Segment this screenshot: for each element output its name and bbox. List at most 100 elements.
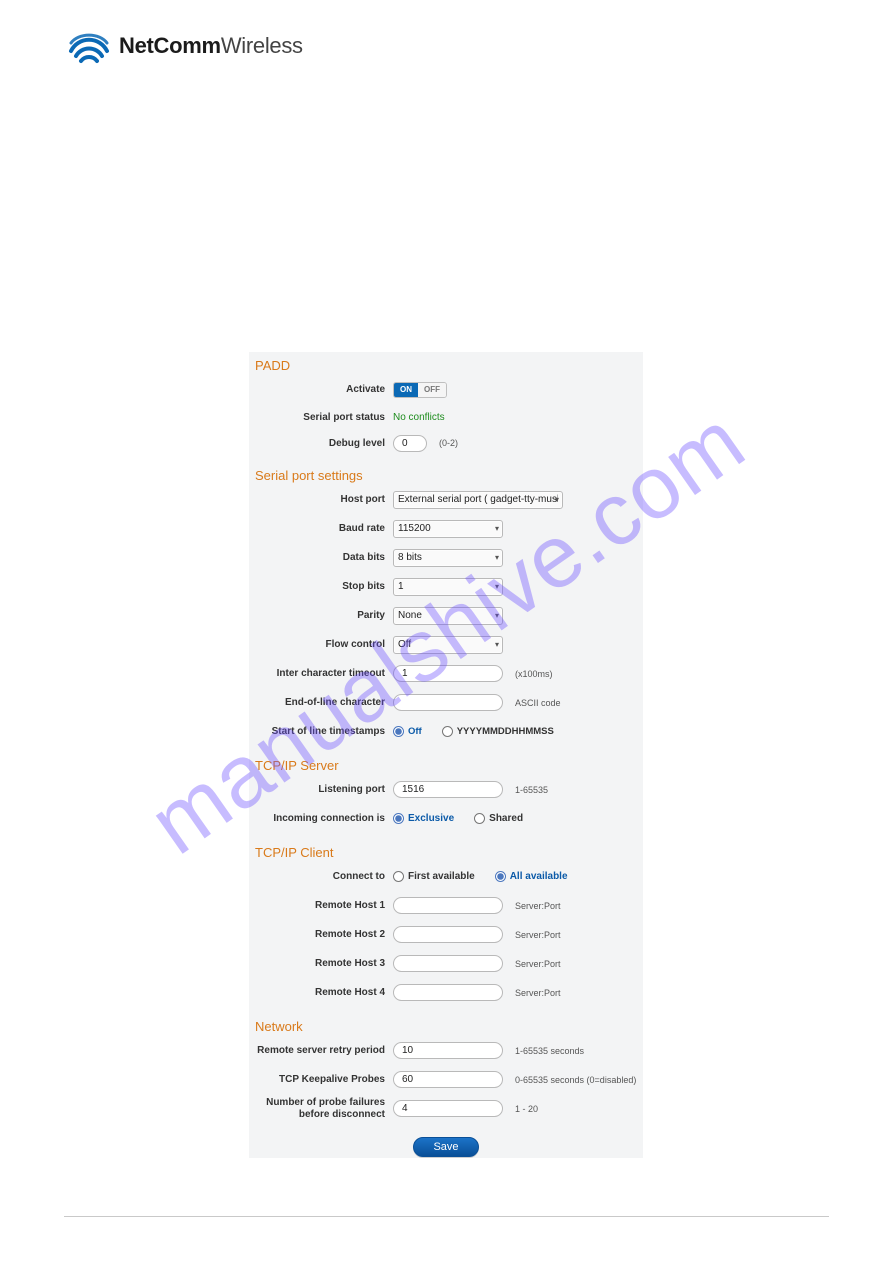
connect-all-label: All available — [510, 871, 568, 882]
stopbits-label: Stop bits — [249, 581, 391, 592]
row-timestamps: Start of line timestamps Off YYYYMMDDHHM… — [249, 717, 643, 746]
wifi-arc-icon — [67, 27, 111, 65]
ict-hint: (x100ms) — [515, 669, 553, 679]
connect-first-label: First available — [408, 871, 475, 882]
toggle-off-label: OFF — [418, 383, 446, 397]
eol-input[interactable] — [393, 694, 503, 711]
baud-select[interactable]: 115200 — [393, 520, 503, 538]
keep-label: TCP Keepalive Probes — [249, 1074, 391, 1085]
listen-input[interactable] — [393, 781, 503, 798]
incoming-exclusive-label: Exclusive — [408, 813, 454, 824]
flow-select[interactable]: Off — [393, 636, 503, 654]
section-network-title: Network — [249, 1013, 643, 1036]
host-port-select[interactable]: External serial port ( gadget-tty-musb-t… — [393, 491, 563, 509]
incoming-shared-label: Shared — [489, 813, 523, 824]
keep-hint: 0-65535 seconds (0=disabled) — [515, 1075, 636, 1085]
brand-text: NetCommWireless — [119, 33, 303, 59]
row-activate: Activate ON OFF — [249, 375, 643, 404]
toggle-on-label: ON — [394, 383, 418, 397]
databits-select[interactable]: 8 bits — [393, 549, 503, 567]
row-rh1: Remote Host 1 Server:Port — [249, 891, 643, 920]
rh4-label: Remote Host 4 — [249, 987, 391, 998]
ts-label: Start of line timestamps — [249, 726, 391, 737]
listen-hint: 1-65535 — [515, 785, 548, 795]
fail-label: Number of probe failures before disconne… — [249, 1097, 391, 1120]
incoming-label: Incoming connection is — [249, 813, 391, 824]
row-baud: Baud rate 115200 ▾ — [249, 514, 643, 543]
rh4-input[interactable] — [393, 984, 503, 1001]
eol-label: End-of-line character — [249, 697, 391, 708]
debug-label: Debug level — [249, 438, 391, 449]
footer-rule — [64, 1216, 829, 1217]
section-client-title: TCP/IP Client — [249, 839, 643, 862]
rh2-input[interactable] — [393, 926, 503, 943]
serial-status-label: Serial port status — [249, 412, 391, 423]
row-listen: Listening port 1-65535 — [249, 775, 643, 804]
databits-label: Data bits — [249, 552, 391, 563]
connect-all-radio[interactable]: All available — [495, 871, 568, 882]
connect-label: Connect to — [249, 871, 391, 882]
brand-logo: NetCommWireless — [67, 27, 303, 65]
row-flow: Flow control Off ▾ — [249, 630, 643, 659]
row-stopbits: Stop bits 1 ▾ — [249, 572, 643, 601]
rh1-input[interactable] — [393, 897, 503, 914]
activate-label: Activate — [249, 384, 391, 395]
ts-fmt-radio[interactable]: YYYYMMDDHHMMSS — [442, 726, 554, 737]
incoming-exclusive-radio[interactable]: Exclusive — [393, 813, 454, 824]
flow-label: Flow control — [249, 639, 391, 650]
debug-hint: (0-2) — [439, 438, 458, 448]
row-rh4: Remote Host 4 Server:Port — [249, 978, 643, 1007]
stopbits-select[interactable]: 1 — [393, 578, 503, 596]
fail-hint: 1 - 20 — [515, 1104, 538, 1114]
rh1-label: Remote Host 1 — [249, 900, 391, 911]
section-server-title: TCP/IP Server — [249, 752, 643, 775]
row-retry: Remote server retry period 1-65535 secon… — [249, 1036, 643, 1065]
ict-label: Inter character timeout — [249, 668, 391, 679]
ts-fmt-label: YYYYMMDDHHMMSS — [457, 726, 554, 737]
save-button[interactable]: Save — [413, 1137, 479, 1157]
fail-input[interactable] — [393, 1100, 503, 1117]
activate-toggle[interactable]: ON OFF — [393, 382, 447, 398]
ts-off-label: Off — [408, 726, 422, 737]
rh2-hint: Server:Port — [515, 930, 561, 940]
row-incoming: Incoming connection is Exclusive Shared — [249, 804, 643, 833]
ts-off-radio[interactable]: Off — [393, 726, 422, 737]
row-rh2: Remote Host 2 Server:Port — [249, 920, 643, 949]
section-serial-title: Serial port settings — [249, 462, 643, 485]
rh1-hint: Server:Port — [515, 901, 561, 911]
keep-input[interactable] — [393, 1071, 503, 1088]
retry-hint: 1-65535 seconds — [515, 1046, 584, 1056]
serial-status-value: No conflicts — [393, 412, 445, 423]
row-ict: Inter character timeout (x100ms) — [249, 659, 643, 688]
retry-label: Remote server retry period — [249, 1045, 391, 1056]
row-serial-status: Serial port status No conflicts — [249, 404, 643, 430]
row-eol: End-of-line character ASCII code — [249, 688, 643, 717]
row-connect-to: Connect to First available All available — [249, 862, 643, 891]
debug-input[interactable] — [393, 435, 427, 452]
host-port-label: Host port — [249, 494, 391, 505]
ict-input[interactable] — [393, 665, 503, 682]
retry-input[interactable] — [393, 1042, 503, 1059]
rh2-label: Remote Host 2 — [249, 929, 391, 940]
row-debug-level: Debug level (0-2) — [249, 430, 643, 456]
row-fail: Number of probe failures before disconne… — [249, 1094, 643, 1123]
parity-select[interactable]: None — [393, 607, 503, 625]
row-host-port: Host port External serial port ( gadget-… — [249, 485, 643, 514]
incoming-shared-radio[interactable]: Shared — [474, 813, 523, 824]
rh3-input[interactable] — [393, 955, 503, 972]
connect-first-radio[interactable]: First available — [393, 871, 475, 882]
settings-panel: PADD Activate ON OFF Serial port status … — [249, 352, 643, 1158]
baud-label: Baud rate — [249, 523, 391, 534]
listen-label: Listening port — [249, 784, 391, 795]
section-padd-title: PADD — [249, 352, 643, 375]
row-databits: Data bits 8 bits ▾ — [249, 543, 643, 572]
eol-hint: ASCII code — [515, 698, 561, 708]
rh3-hint: Server:Port — [515, 959, 561, 969]
brand-bold: NetComm — [119, 33, 221, 58]
row-keep: TCP Keepalive Probes 0-65535 seconds (0=… — [249, 1065, 643, 1094]
brand-thin: Wireless — [221, 33, 303, 58]
parity-label: Parity — [249, 610, 391, 621]
row-rh3: Remote Host 3 Server:Port — [249, 949, 643, 978]
rh3-label: Remote Host 3 — [249, 958, 391, 969]
rh4-hint: Server:Port — [515, 988, 561, 998]
